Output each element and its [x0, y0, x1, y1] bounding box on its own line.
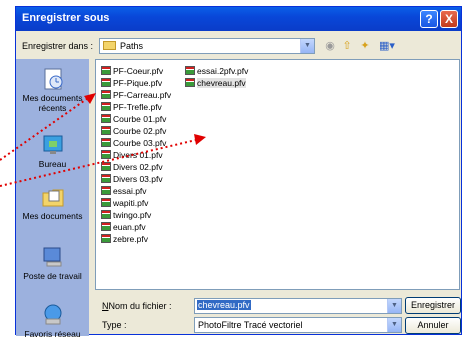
annotation-arrow-2	[0, 139, 197, 187]
arrowhead-2	[194, 134, 206, 145]
annotation-arrow-1	[0, 97, 89, 161]
annotation-arrows	[0, 93, 206, 187]
